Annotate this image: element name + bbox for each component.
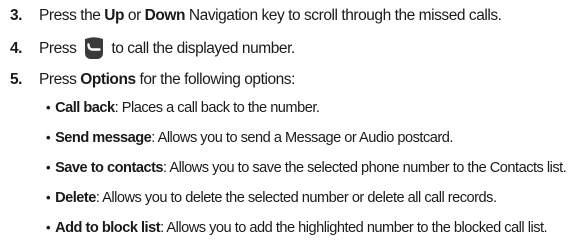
text-run: Press (39, 40, 77, 58)
option-desc: : Allows you to add the highlighted numb… (160, 220, 548, 236)
option-term: Call back (55, 100, 115, 116)
step-text: Press Options for the following options: (39, 71, 295, 89)
step-5: 5. Press Options for the following optio… (10, 69, 295, 91)
option-send-message: • Send message: Allows you to send a Mess… (46, 128, 453, 148)
step-number: 3. (10, 7, 23, 24)
option-desc: : Places a call back to the number. (114, 100, 320, 116)
text-run: Press (39, 71, 81, 88)
down-key-label: Down (144, 7, 186, 24)
option-call-back: • Call back: Places a call back to the nu… (46, 98, 320, 118)
option-term: Send message (55, 130, 152, 146)
option-term: Delete (55, 190, 96, 206)
option-term: Save to contacts (55, 160, 164, 176)
option-desc: : Allows you to send a Message or Audio … (151, 130, 453, 146)
text-run: for the following options: (135, 71, 295, 88)
step-3: 3. Press the Up or Down Navigation key t… (10, 5, 502, 27)
option-desc: : Allows you to save the selected phone … (163, 160, 567, 176)
bullet: • (46, 129, 51, 145)
bullet: • (46, 99, 51, 115)
bullet: • (46, 159, 51, 175)
bullet: • (46, 219, 51, 235)
option-term: Add to block list (55, 220, 161, 236)
step-text: Press to call the displayed number. (39, 37, 295, 61)
text-run: Press the (39, 7, 105, 24)
step-number: 5. (10, 71, 23, 88)
step-number: 4. (10, 40, 23, 57)
text-run: Navigation key to scroll through the mis… (185, 7, 502, 24)
options-key-label: Options (80, 71, 136, 88)
text-run: or (124, 7, 145, 24)
option-delete: • Delete: Allows you to delete the select… (46, 188, 497, 208)
text-run: to call the displayed number. (111, 40, 295, 58)
option-save-to-contacts: • Save to contacts: Allows you to save th… (46, 158, 567, 178)
step-4: 4. Press to call the displayed number. (10, 37, 295, 61)
option-desc: : Allows you to delete the selected numb… (95, 190, 497, 206)
step-text: Press the Up or Down Navigation key to s… (39, 7, 502, 25)
up-key-label: Up (104, 7, 125, 24)
send-key-icon (83, 36, 105, 60)
bullet: • (46, 189, 51, 205)
option-add-to-block-list: • Add to block list: Allows you to add th… (46, 218, 548, 238)
